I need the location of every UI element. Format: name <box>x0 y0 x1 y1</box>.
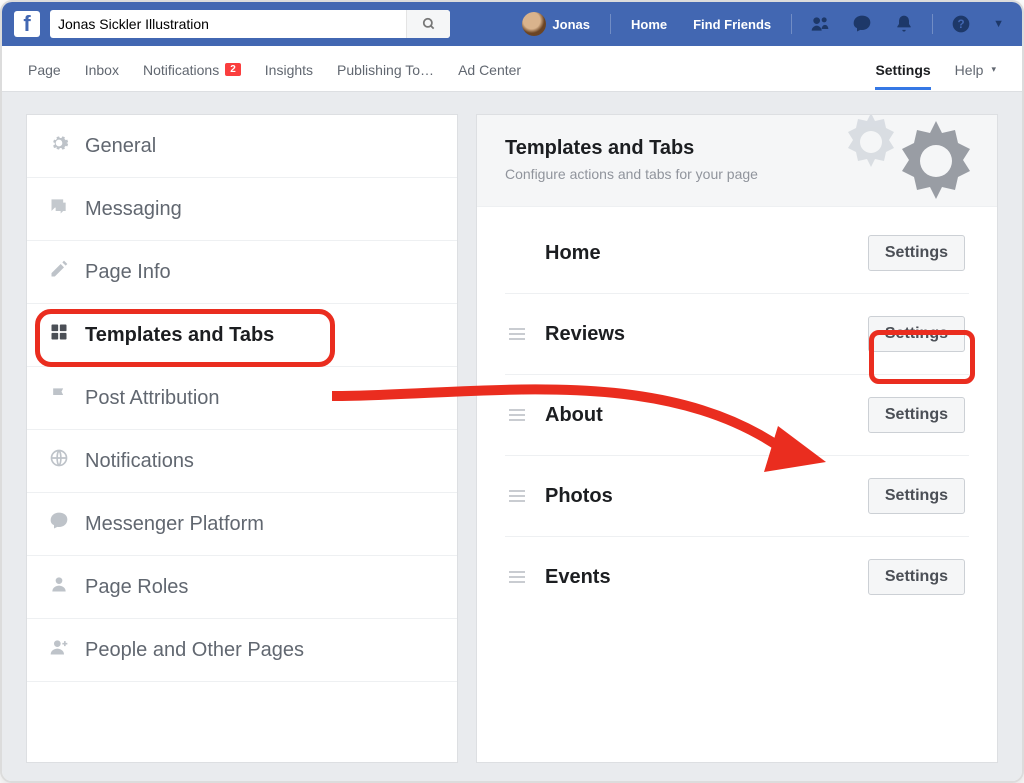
tab-label: About <box>545 404 850 427</box>
sidebar-item-label: General <box>85 135 156 158</box>
tab-inbox[interactable]: Inbox <box>85 48 119 90</box>
sidebar-item-label: Messaging <box>85 198 182 221</box>
search-button[interactable] <box>406 10 450 38</box>
drag-handle-icon[interactable] <box>509 325 527 343</box>
tab-row-about: About Settings <box>505 375 969 456</box>
tab-settings-button-home[interactable]: Settings <box>868 235 965 271</box>
sidebar-item-label: Post Attribution <box>85 387 220 410</box>
sidebar-item-notifications[interactable]: Notifications <box>27 430 457 493</box>
tab-settings[interactable]: Settings <box>875 48 930 90</box>
pencil-icon <box>47 259 71 285</box>
search-container <box>50 10 450 38</box>
tab-settings-button-events[interactable]: Settings <box>868 559 965 595</box>
divider <box>791 14 792 34</box>
grid-icon <box>47 322 71 348</box>
app-window: f Jonas Home Find Friends ? ▼ <box>0 0 1024 783</box>
sidebar-item-people-pages[interactable]: People and Other Pages <box>27 619 457 682</box>
drag-handle-icon[interactable] <box>509 568 527 586</box>
sidebar-item-messaging[interactable]: Messaging <box>27 178 457 241</box>
add-person-icon <box>47 637 71 663</box>
flag-icon <box>47 385 71 411</box>
divider <box>610 14 611 34</box>
tab-label: Reviews <box>545 323 850 346</box>
tab-settings-button-reviews[interactable]: Settings <box>868 316 965 352</box>
sidebar-item-page-info[interactable]: Page Info <box>27 241 457 304</box>
home-link[interactable]: Home <box>623 17 675 32</box>
tab-publishing-tools[interactable]: Publishing To… <box>337 48 434 90</box>
tab-label: Events <box>545 566 850 589</box>
sidebar-item-templates-tabs[interactable]: Templates and Tabs <box>27 304 457 367</box>
global-topbar: f Jonas Home Find Friends ? ▼ <box>2 2 1022 46</box>
sidebar-item-label: Templates and Tabs <box>85 324 274 347</box>
notifications-badge: 2 <box>225 63 241 76</box>
messenger-icon[interactable] <box>846 14 878 34</box>
sidebar-item-general[interactable]: General <box>27 115 457 178</box>
person-icon <box>47 574 71 600</box>
help-icon[interactable]: ? <box>945 14 977 34</box>
sidebar-item-post-attribution[interactable]: Post Attribution <box>27 367 457 430</box>
tab-insights[interactable]: Insights <box>265 48 313 90</box>
tab-row-home: Home Settings <box>505 213 969 294</box>
facebook-logo[interactable]: f <box>14 11 40 37</box>
messenger-icon <box>47 511 71 537</box>
tab-help[interactable]: Help <box>955 48 996 90</box>
tab-settings-button-photos[interactable]: Settings <box>868 478 965 514</box>
search-icon <box>422 17 436 31</box>
sidebar-item-label: Page Info <box>85 261 171 284</box>
templates-tabs-panel: Templates and Tabs Configure actions and… <box>476 114 998 763</box>
sidebar-item-label: Notifications <box>85 450 194 473</box>
content-area: General Messaging Page Info Templates an… <box>2 92 1022 783</box>
divider <box>932 14 933 34</box>
panel-header: Templates and Tabs Configure actions and… <box>477 115 997 207</box>
tab-row-reviews: Reviews Settings <box>505 294 969 375</box>
settings-sidebar: General Messaging Page Info Templates an… <box>26 114 458 763</box>
chat-icon <box>47 196 71 222</box>
find-friends-link[interactable]: Find Friends <box>685 17 779 32</box>
tab-page[interactable]: Page <box>28 48 61 90</box>
tab-notifications[interactable]: Notifications 2 <box>143 48 241 90</box>
profile-link[interactable]: Jonas <box>514 12 598 36</box>
gear-icon <box>47 133 71 159</box>
globe-icon <box>47 448 71 474</box>
page-toolbar: Page Inbox Notifications 2 Insights Publ… <box>2 46 1022 92</box>
friend-requests-icon[interactable] <box>804 14 836 34</box>
tab-settings-button-about[interactable]: Settings <box>868 397 965 433</box>
tab-row-photos: Photos Settings <box>505 456 969 537</box>
svg-text:?: ? <box>958 18 965 31</box>
sidebar-item-label: Page Roles <box>85 576 188 599</box>
tab-ad-center[interactable]: Ad Center <box>458 48 521 90</box>
sidebar-item-page-roles[interactable]: Page Roles <box>27 556 457 619</box>
drag-handle-icon[interactable] <box>509 487 527 505</box>
profile-name: Jonas <box>552 17 590 32</box>
tab-label: Photos <box>545 485 850 508</box>
sidebar-item-messenger-platform[interactable]: Messenger Platform <box>27 493 457 556</box>
search-input[interactable] <box>50 10 406 38</box>
tab-row-events: Events Settings <box>505 537 969 617</box>
sidebar-item-label: Messenger Platform <box>85 513 264 536</box>
dropdown-caret-icon[interactable]: ▼ <box>987 18 1010 30</box>
notifications-icon[interactable] <box>888 14 920 34</box>
sidebar-item-label: People and Other Pages <box>85 639 304 662</box>
tab-label: Home <box>545 242 850 265</box>
gear-decoration-icon <box>831 115 991 207</box>
avatar-icon <box>522 12 546 36</box>
drag-handle-icon[interactable] <box>509 406 527 424</box>
tabs-list: Home Settings Reviews Settings About Set… <box>477 207 997 623</box>
